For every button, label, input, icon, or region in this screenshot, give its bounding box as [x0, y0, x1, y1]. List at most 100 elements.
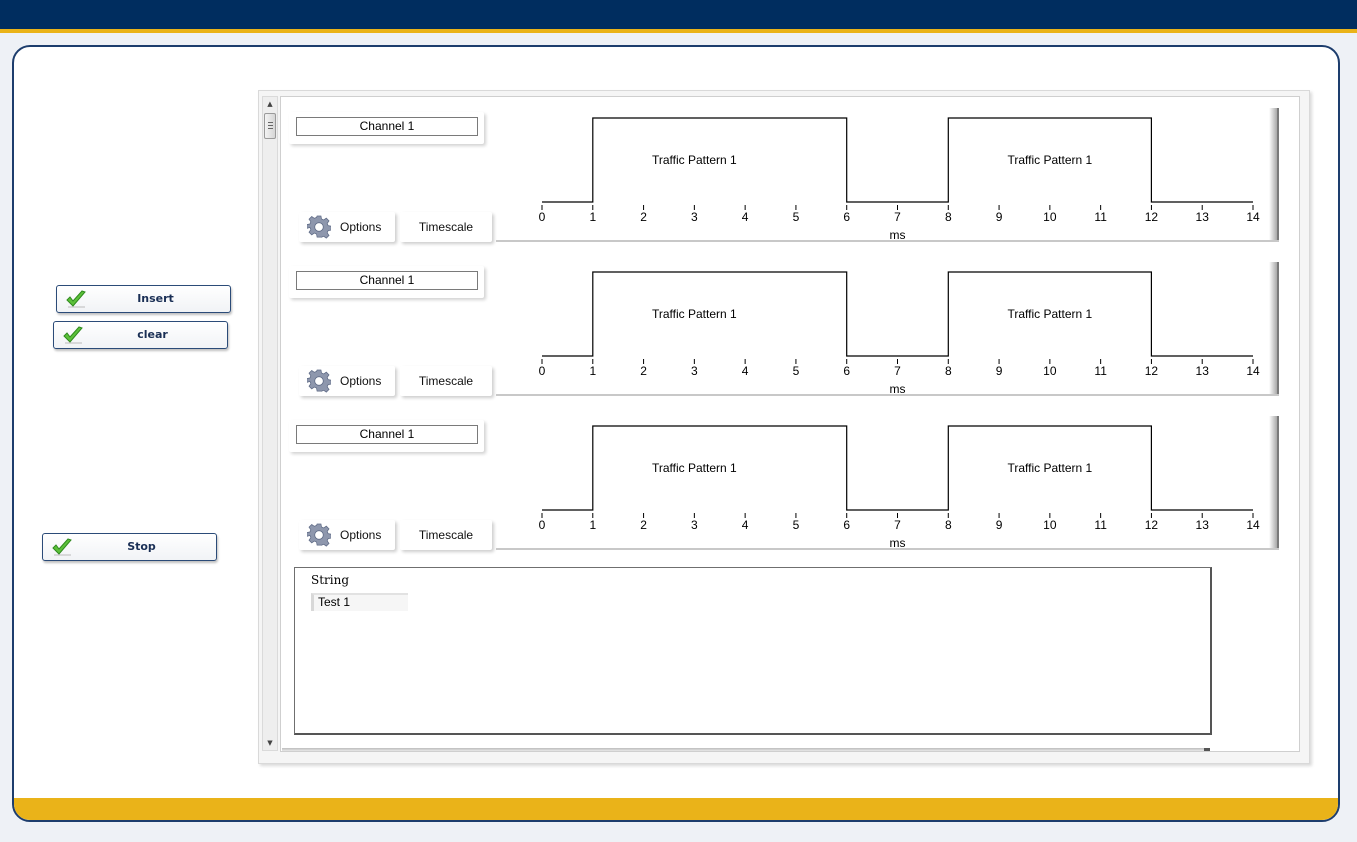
x-tick-label: 1	[589, 518, 596, 532]
x-axis-label: ms	[890, 382, 906, 396]
x-tick-label: 3	[691, 210, 698, 224]
waveform-graph: 0 1 2 3 4 5 6 7 8 9 10 11 12 13 14 ms Traffic Pattern 1T…	[496, 258, 1279, 398]
options-button[interactable]: Options	[299, 520, 395, 550]
channel-row: Channel 1 Options Timescale 0 1 2 3 4 5 6 7 8 9 10…	[286, 412, 1281, 552]
x-tick-label: 0	[539, 210, 546, 224]
scroll-down-arrow-icon[interactable]: ▼	[263, 736, 277, 750]
x-tick-label: 14	[1246, 210, 1260, 224]
x-tick-label: 11	[1094, 518, 1107, 532]
x-tick-label: 3	[691, 518, 698, 532]
string-value-field[interactable]: Test 1	[311, 593, 408, 611]
x-tick-label: 13	[1196, 364, 1210, 378]
waveform-plot: 0 1 2 3 4 5 6 7 8 9 10 11 12 13 14msTraffic Pattern 1T…	[539, 117, 1260, 242]
insert-button-label: Insert	[137, 292, 174, 305]
footer-accent-bar	[14, 798, 1338, 820]
pattern-label: Traffic Pattern 1	[1008, 461, 1093, 475]
options-button-label: Options	[340, 528, 382, 542]
channel-name-field[interactable]: Channel 1	[296, 271, 478, 290]
gear-icon	[307, 369, 331, 393]
options-button-label: Options	[340, 220, 382, 234]
options-button[interactable]: Options	[299, 212, 395, 242]
string-control-box: String Test 1	[294, 567, 1212, 735]
x-tick-label: 10	[1043, 364, 1057, 378]
x-tick-label: 5	[793, 210, 800, 224]
x-tick-label: 8	[945, 518, 952, 532]
x-tick-label: 1	[589, 364, 596, 378]
clear-button[interactable]: clear	[53, 321, 228, 349]
header-accent-stripe	[0, 29, 1357, 33]
x-tick-label: 0	[539, 518, 546, 532]
x-tick-label: 14	[1246, 518, 1260, 532]
options-button-label: Options	[340, 374, 382, 388]
pattern-label: Traffic Pattern 1	[652, 461, 737, 475]
channel-name-field[interactable]: Channel 1	[296, 117, 478, 136]
x-tick-label: 11	[1094, 210, 1107, 224]
timescale-button[interactable]: Timescale	[400, 520, 492, 550]
header-bar	[0, 0, 1357, 29]
pattern-label: Traffic Pattern 1	[652, 153, 737, 167]
stop-button-label: Stop	[127, 540, 156, 553]
gear-icon	[307, 215, 331, 239]
x-tick-label: 7	[894, 518, 901, 532]
gear-icon	[307, 523, 331, 547]
x-tick-label: 1	[589, 210, 596, 224]
waveform-graph: 0 1 2 3 4 5 6 7 8 9 10 11 12 13 14 ms Traffic Pattern 1T…	[496, 104, 1279, 244]
x-tick-label: 14	[1246, 364, 1260, 378]
waveform-plot: 0 1 2 3 4 5 6 7 8 9 10 11 12 13 14msTraffic Pattern 1T…	[539, 271, 1260, 396]
channel-name-card: Channel 1	[289, 112, 484, 144]
x-tick-label: 13	[1196, 518, 1210, 532]
x-tick-label: 8	[945, 364, 952, 378]
x-tick-label: 2	[640, 364, 647, 378]
x-tick-label: 12	[1145, 364, 1159, 378]
channel-name-card: Channel 1	[289, 420, 484, 452]
timescale-button[interactable]: Timescale	[400, 212, 492, 242]
x-tick-label: 3	[691, 364, 698, 378]
x-tick-label: 4	[742, 364, 749, 378]
vertical-scrollbar[interactable]: ▲ ▼	[262, 96, 278, 751]
signal-trace	[542, 271, 1253, 357]
channel-name-field[interactable]: Channel 1	[296, 425, 478, 444]
channel-row: Channel 1 Options Timescale 0 1 2 3 4 5 6 7 8 9 10…	[286, 258, 1281, 398]
insert-button[interactable]: Insert	[56, 285, 231, 313]
clear-button-label: clear	[137, 328, 168, 341]
x-tick-label: 4	[742, 518, 749, 532]
string-label: String	[311, 573, 350, 587]
x-tick-label: 6	[843, 518, 850, 532]
timescale-button-label: Timescale	[418, 220, 474, 234]
channel-name-card: Channel 1	[289, 266, 484, 298]
timescale-button[interactable]: Timescale	[400, 366, 492, 396]
timescale-button-label: Timescale	[418, 374, 474, 388]
x-tick-label: 2	[640, 518, 647, 532]
x-tick-label: 5	[793, 518, 800, 532]
signal-trace	[542, 117, 1253, 203]
x-tick-label: 12	[1145, 210, 1159, 224]
pattern-label: Traffic Pattern 1	[1008, 153, 1093, 167]
x-tick-label: 9	[996, 518, 1003, 532]
x-tick-label: 12	[1145, 518, 1159, 532]
pattern-label: Traffic Pattern 1	[652, 307, 737, 321]
waveform-plot: 0 1 2 3 4 5 6 7 8 9 10 11 12 13 14msTraffic Pattern 1T…	[539, 425, 1260, 550]
x-tick-label: 7	[894, 364, 901, 378]
waveform-graph: 0 1 2 3 4 5 6 7 8 9 10 11 12 13 14 ms Traffic Pattern 1T…	[496, 412, 1279, 552]
x-tick-label: 7	[894, 210, 901, 224]
horizontal-scrollbar[interactable]	[282, 748, 1210, 751]
stop-button[interactable]: Stop	[42, 533, 217, 561]
x-tick-label: 9	[996, 364, 1003, 378]
options-button[interactable]: Options	[299, 366, 395, 396]
x-tick-label: 0	[539, 364, 546, 378]
x-tick-label: 9	[996, 210, 1003, 224]
x-tick-label: 10	[1043, 210, 1057, 224]
x-tick-label: 11	[1094, 364, 1107, 378]
signal-trace	[542, 425, 1253, 511]
x-tick-label: 10	[1043, 518, 1057, 532]
x-tick-label: 6	[843, 364, 850, 378]
scroll-thumb[interactable]	[264, 113, 276, 139]
channel-row: Channel 1 Options Timescale 0 1 2 3 4 5 6 7 8 9 10…	[286, 104, 1281, 244]
scroll-up-arrow-icon[interactable]: ▲	[263, 97, 277, 111]
x-tick-label: 6	[843, 210, 850, 224]
timescale-button-label: Timescale	[418, 528, 474, 542]
x-tick-label: 4	[742, 210, 749, 224]
x-tick-label: 8	[945, 210, 952, 224]
x-tick-label: 5	[793, 364, 800, 378]
x-axis-label: ms	[890, 536, 906, 550]
